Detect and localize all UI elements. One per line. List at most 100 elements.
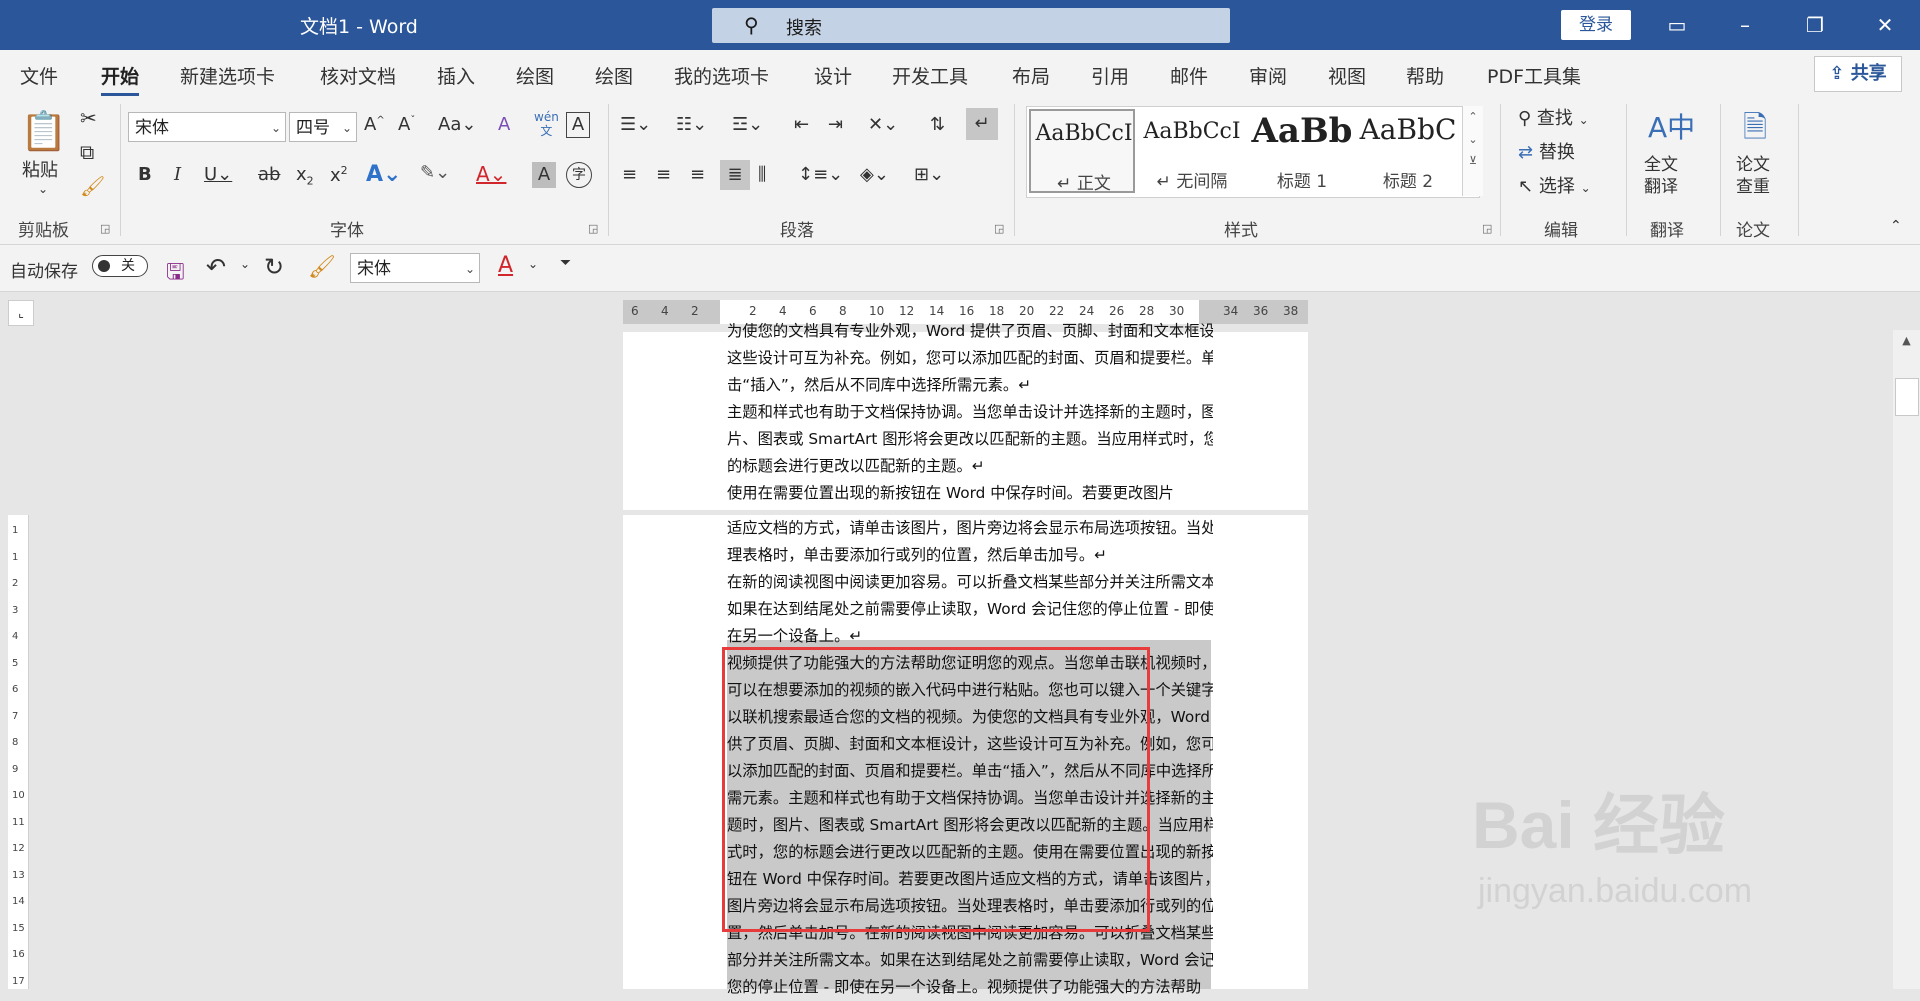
tab-selector-icon[interactable]: ⌞ xyxy=(8,300,34,326)
replace-button[interactable]: ⇄ 替换 xyxy=(1518,138,1575,164)
align-left-icon[interactable]: ≡ xyxy=(622,164,637,185)
text-line[interactable]: 片、图表或 SmartArt 图形将会更改以匹配新的主题。当应用样式时，您 xyxy=(727,426,1213,453)
paper-check-icon[interactable]: 🗎 xyxy=(1732,106,1778,150)
paste-button[interactable]: 粘贴 xyxy=(22,156,58,182)
style-heading-1[interactable]: AaBb 标题 1 xyxy=(1249,109,1355,193)
paper-check-button[interactable]: 论文 查重 xyxy=(1736,154,1770,198)
undo-icon[interactable]: ↶ xyxy=(206,253,226,281)
restore-icon[interactable]: ❐ xyxy=(1792,8,1838,42)
distributed-icon[interactable]: ⫼ xyxy=(758,164,766,185)
tab-insert[interactable]: 插入 xyxy=(437,62,475,89)
style-normal[interactable]: AaBbCcI ↵ 正文 xyxy=(1029,109,1135,194)
text-line[interactable]: 部分并关注所需文本。如果在达到结尾处之前需要停止读取，Word 会记住 xyxy=(727,947,1213,974)
multilevel-list-icon[interactable]: ☲⌄ xyxy=(732,114,763,135)
clipboard-launcher-icon[interactable]: ◲ xyxy=(100,222,110,235)
tab-home[interactable]: 开始 xyxy=(101,62,140,96)
font-color-icon[interactable]: A⌄ xyxy=(476,162,506,186)
chevron-up-icon[interactable]: ⌃ xyxy=(1463,110,1483,123)
redo-icon[interactable]: ↻ xyxy=(264,253,284,281)
font-size-combo[interactable]: 四号 ⌄ xyxy=(289,112,357,142)
tab-draw-2[interactable]: 绘图 xyxy=(595,62,633,89)
page-1[interactable]: 为使您的文档具有专业外观，Word 提供了页眉、页脚、封面和文本框设计， 这些设计… xyxy=(623,322,1308,510)
cut-icon[interactable]: ✂ xyxy=(80,106,97,130)
increase-indent-icon[interactable]: ⇥ xyxy=(828,114,843,135)
text-line[interactable]: 主题和样式也有助于文档保持协调。当您单击设计并选择新的主题时，图 xyxy=(727,399,1213,426)
text-line[interactable]: 在另一个设备上。↵ xyxy=(727,623,1213,650)
decrease-indent-icon[interactable]: ⇤ xyxy=(794,114,809,135)
chevron-down-icon[interactable]: ⌄ xyxy=(1463,133,1483,146)
text-line[interactable]: 适应文档的方式，请单击该图片，图片旁边将会显示布局选项按钮。当处 xyxy=(727,515,1213,542)
scroll-up-icon[interactable]: ▲ xyxy=(1893,330,1920,352)
find-button[interactable]: ⚲ 查找 ⌄ xyxy=(1518,104,1589,130)
style-heading-2[interactable]: AaBbC 标题 2 xyxy=(1355,109,1461,193)
scroll-thumb[interactable] xyxy=(1895,378,1919,416)
show-marks-icon[interactable]: ↵ xyxy=(966,108,998,140)
text-line[interactable]: 这些设计可互为补充。例如，您可以添加匹配的封面、页眉和提要栏。单 xyxy=(727,345,1213,372)
bullets-icon[interactable]: ☰⌄ xyxy=(620,114,651,135)
minimize-icon[interactable]: – xyxy=(1722,8,1768,42)
select-button[interactable]: ↖ 选择 ⌄ xyxy=(1518,172,1591,198)
copy-icon[interactable]: ⧉ xyxy=(80,140,94,164)
shading-icon[interactable]: ◈⌄ xyxy=(860,164,889,185)
styles-scroll[interactable]: ⌃ ⌄ ⊻ xyxy=(1462,106,1483,196)
tab-developer[interactable]: 开发工具 xyxy=(892,62,968,89)
line-spacing-icon[interactable]: ↕≡⌄ xyxy=(798,164,843,185)
strikethrough-icon[interactable]: ab xyxy=(258,164,280,185)
text-effects-icon[interactable]: A⌄ xyxy=(366,162,401,187)
tab-proofread[interactable]: 核对文档 xyxy=(320,62,396,89)
character-shading-icon[interactable]: A xyxy=(532,162,556,188)
customize-qat-icon[interactable]: ⏷ xyxy=(560,255,571,271)
share-button[interactable]: ⇪ 共享 xyxy=(1814,56,1902,92)
text-line[interactable]: 击“插入”，然后从不同库中选择所需元素。↵ xyxy=(727,372,1213,399)
tab-draw-1[interactable]: 绘图 xyxy=(516,62,554,89)
login-button[interactable]: 登录 xyxy=(1561,10,1631,40)
more-styles-icon[interactable]: ⊻ xyxy=(1463,154,1483,167)
font-name-combo[interactable]: 宋体 ⌄ xyxy=(128,112,286,142)
text-line[interactable]: 理表格时，单击要添加行或列的位置，然后单击加号。↵ xyxy=(727,542,1213,569)
text-line[interactable]: 使用在需要位置出现的新按钮在 Word 中保存时间。若要更改图片 xyxy=(727,480,1213,507)
highlight-icon[interactable]: ✎⌄ xyxy=(420,162,450,183)
vertical-ruler[interactable]: 1 1 2 3 4 5 6 7 8 9 10 11 12 13 14 15 16 17 xyxy=(8,515,29,989)
translate-icon[interactable]: A中 xyxy=(1648,106,1695,150)
character-border-icon[interactable]: A xyxy=(566,112,590,138)
format-painter-icon[interactable]: 🖌 xyxy=(308,255,336,280)
text-direction-icon[interactable]: ✕⌄ xyxy=(868,114,898,135)
tab-mailings[interactable]: 邮件 xyxy=(1170,62,1208,89)
paste-icon[interactable]: 📋 xyxy=(20,106,67,156)
tab-layout[interactable]: 布局 xyxy=(1012,62,1050,89)
paragraph-launcher-icon[interactable]: ◲ xyxy=(994,222,1004,235)
bold-icon[interactable]: B xyxy=(138,164,152,185)
autosave-toggle[interactable]: 关 xyxy=(92,255,148,277)
text-line[interactable]: 的标题会进行更改以匹配新的主题。↵ xyxy=(727,453,1213,480)
save-icon[interactable]: 🖫 xyxy=(166,255,185,293)
change-case-icon[interactable]: Aa⌄ xyxy=(438,114,476,135)
tab-design[interactable]: 设计 xyxy=(814,62,852,89)
justify-icon[interactable]: ≣ xyxy=(720,160,750,190)
font-color-dropdown-icon[interactable]: ⌄ xyxy=(528,257,538,271)
tab-view[interactable]: 视图 xyxy=(1328,62,1366,89)
close-icon[interactable]: ✕ xyxy=(1862,8,1908,42)
enclose-character-icon[interactable]: 字 xyxy=(566,162,592,188)
text-line[interactable]: 您的停止位置 - 即使在另一个设备上。视频提供了功能强大的方法帮助 xyxy=(727,974,1213,1001)
align-right-icon[interactable]: ≡ xyxy=(690,164,705,185)
undo-dropdown-icon[interactable]: ⌄ xyxy=(240,257,250,271)
text-line[interactable]: 为使您的文档具有专业外观，Word 提供了页眉、页脚、封面和文本框设计， xyxy=(727,318,1213,345)
page-1-text[interactable]: 为使您的文档具有专业外观，Word 提供了页眉、页脚、封面和文本框设计， 这些设计… xyxy=(727,318,1213,507)
font-color-icon[interactable]: A xyxy=(498,253,513,278)
numbering-icon[interactable]: ☷⌄ xyxy=(676,114,707,135)
italic-icon[interactable]: I xyxy=(174,164,181,185)
full-translate-button[interactable]: 全文 翻译 xyxy=(1644,154,1678,198)
font-launcher-icon[interactable]: ◲ xyxy=(588,222,598,235)
tab-new[interactable]: 新建选项卡 xyxy=(180,62,275,89)
subscript-icon[interactable]: x2 xyxy=(296,164,314,188)
tab-my-tab[interactable]: 我的选项卡 xyxy=(674,62,769,89)
shrink-font-icon[interactable]: Aˇ xyxy=(398,114,415,135)
styles-launcher-icon[interactable]: ◲ xyxy=(1482,222,1492,235)
tab-file[interactable]: 文件 xyxy=(20,62,58,89)
text-line[interactable]: 在新的阅读视图中阅读更加容易。可以折叠文档某些部分并关注所需文本。 xyxy=(727,569,1213,596)
text-line[interactable]: 如果在达到结尾处之前需要停止读取，Word 会记住您的停止位置 - 即使 xyxy=(727,596,1213,623)
search-box[interactable]: ⚲ 搜索 xyxy=(712,8,1230,43)
ribbon-display-options-icon[interactable]: ▭ xyxy=(1654,8,1700,42)
clear-formatting-icon[interactable]: A xyxy=(498,114,510,135)
qat-font-combo[interactable]: 宋体 ⌄ xyxy=(350,253,480,283)
